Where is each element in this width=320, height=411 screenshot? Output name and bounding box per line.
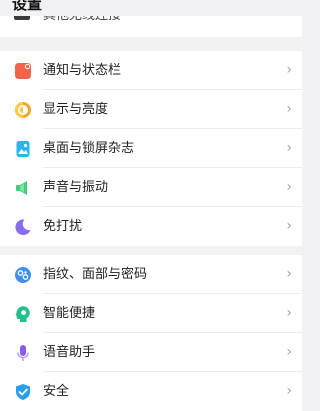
settings-item-other-connections[interactable]: 其他无线连接 xyxy=(0,16,302,37)
settings-item-label: 智能便捷 xyxy=(43,306,96,321)
settings-item-label: 安全 xyxy=(43,384,70,399)
settings-item-smart-assist[interactable]: 智能便捷 › xyxy=(0,294,302,333)
settings-item-display-brightness[interactable]: 显示与亮度 › xyxy=(0,90,302,129)
chevron-right-icon: › xyxy=(286,218,292,234)
notification-icon xyxy=(14,62,32,80)
settings-item-label: 声音与振动 xyxy=(43,180,109,195)
settings-item-label: 桌面与锁屏杂志 xyxy=(43,141,135,156)
chevron-right-icon: › xyxy=(286,305,292,321)
settings-group-display: 通知与状态栏 › 显示与亮度 › 桌面与锁屏杂志 › 声音与振动 › 免打扰 › xyxy=(0,51,302,246)
settings-group-security: 指纹、面部与密码 › 智能便捷 › 语音助手 › 安全 › xyxy=(0,255,302,411)
settings-item-do-not-disturb[interactable]: 免打扰 › xyxy=(0,207,302,246)
settings-item-sound-vibration[interactable]: 声音与振动 › xyxy=(0,168,302,207)
page-title: 设置 xyxy=(12,0,43,13)
speaker-icon xyxy=(14,179,32,197)
chevron-right-icon: › xyxy=(286,101,292,117)
settings-item-label: 语音助手 xyxy=(43,345,96,360)
connection-icon xyxy=(14,16,30,20)
display-brightness-icon xyxy=(14,101,32,119)
settings-item-notifications[interactable]: 通知与状态栏 › xyxy=(0,51,302,90)
settings-item-security[interactable]: 安全 › xyxy=(0,372,302,411)
chevron-right-icon: › xyxy=(286,383,292,399)
settings-item-label: 通知与状态栏 xyxy=(43,63,122,78)
moon-icon xyxy=(14,218,32,236)
settings-item-label: 免打扰 xyxy=(43,219,83,234)
shield-check-icon xyxy=(14,383,32,401)
settings-item-fingerprint-face-password[interactable]: 指纹、面部与密码 › xyxy=(0,255,302,294)
fingerprint-face-icon xyxy=(14,266,32,284)
settings-item-label: 其他无线连接 xyxy=(43,16,121,25)
chevron-right-icon: › xyxy=(286,266,292,282)
settings-item-label: 显示与亮度 xyxy=(43,102,109,117)
chevron-right-icon: › xyxy=(286,62,292,78)
chevron-right-icon: › xyxy=(286,179,292,195)
chevron-right-icon: › xyxy=(286,344,292,360)
settings-item-label: 指纹、面部与密码 xyxy=(43,267,148,282)
settings-item-wallpaper[interactable]: 桌面与锁屏杂志 › xyxy=(0,129,302,168)
settings-item-voice-assistant[interactable]: 语音助手 › xyxy=(0,333,302,372)
title-bar: 设置 xyxy=(0,0,302,16)
microphone-icon xyxy=(14,344,32,362)
wallpaper-icon xyxy=(14,140,32,158)
chevron-right-icon: › xyxy=(286,140,292,156)
smart-assist-icon xyxy=(14,305,32,323)
